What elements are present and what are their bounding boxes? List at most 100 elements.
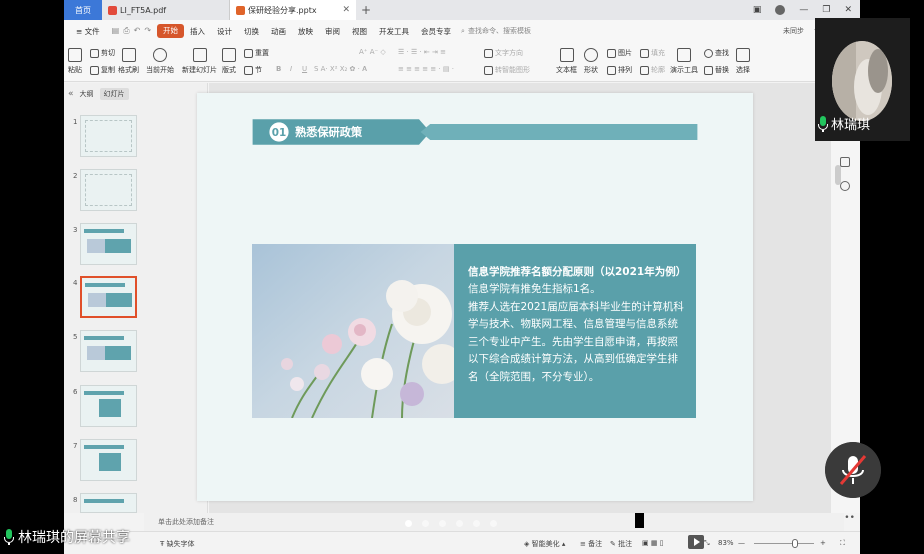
start-from-current-button[interactable]: 当前开始: [146, 48, 174, 75]
close-tab-icon[interactable]: ✕: [342, 5, 350, 15]
copy-button[interactable]: 复制: [90, 65, 115, 75]
user-avatar[interactable]: [775, 5, 786, 15]
format-painter-button[interactable]: 格式刷: [118, 48, 139, 75]
title-bar: 首页 LI_FT5A.pdf 保研经验分享.pptx ✕ + ▣ — ❐ ✕: [64, 0, 860, 20]
menu-member[interactable]: 会员专享: [415, 26, 457, 37]
minimize-icon[interactable]: —: [799, 5, 808, 15]
command-search[interactable]: ⌕ 查找命令、搜索模板: [461, 26, 531, 36]
tab-pdf-document[interactable]: LI_FT5A.pdf: [102, 0, 230, 20]
undo-icon[interactable]: ↶: [134, 26, 141, 36]
restore-icon[interactable]: ❐: [822, 5, 830, 15]
fill-icon: [640, 48, 649, 58]
slide-number: 1: [73, 118, 78, 126]
mute-microphone-button[interactable]: [825, 442, 881, 498]
page-dot[interactable]: [439, 520, 446, 527]
comments-toggle-button[interactable]: ✎ 批注: [610, 539, 632, 549]
fit-window-icon[interactable]: ⤡: [704, 539, 710, 548]
tablet-mode-icon[interactable]: ▣: [753, 5, 762, 15]
tab-outline[interactable]: 大纲: [80, 89, 94, 99]
smart-beautify-button[interactable]: ◈ 智能美化 ▴: [524, 539, 565, 549]
start-from-current-label: 当前开始: [146, 66, 174, 74]
bold-button[interactable]: B: [276, 65, 281, 73]
zoom-in-button[interactable]: +: [820, 539, 826, 547]
zoom-out-button[interactable]: —: [738, 539, 745, 547]
slide-thumbnail-2[interactable]: 2: [64, 169, 208, 217]
slide-thumbnail-7[interactable]: 7: [64, 439, 208, 487]
page-dot[interactable]: [456, 520, 463, 527]
layout-button[interactable]: 版式: [222, 48, 236, 75]
notes-icon: ≡: [580, 540, 586, 548]
menu-design[interactable]: 设计: [211, 26, 238, 37]
fill-button[interactable]: 填充: [640, 48, 665, 58]
close-window-icon[interactable]: ✕: [844, 5, 852, 15]
textbox-button[interactable]: 文本框: [556, 48, 577, 75]
picture-button[interactable]: 图片: [607, 48, 632, 58]
play-slideshow-button[interactable]: [688, 535, 704, 549]
paste-label: 粘贴: [68, 66, 82, 74]
slide-preview: [80, 493, 137, 513]
zoom-slider-thumb[interactable]: [792, 539, 798, 548]
menu-slideshow[interactable]: 放映: [292, 26, 319, 37]
shape-button[interactable]: 形状: [584, 48, 598, 75]
policy-text-box[interactable]: 信息学院推荐名额分配原则（以2021年为例） 信息学院有推免生指标1名。 推荐人…: [454, 244, 696, 418]
outline-button[interactable]: 轮廓: [640, 65, 665, 75]
find-button[interactable]: 查找: [704, 48, 729, 58]
page-dot[interactable]: [473, 520, 480, 527]
new-tab-button[interactable]: +: [356, 0, 376, 20]
slide-number: 6: [73, 388, 78, 396]
menu-view[interactable]: 视图: [346, 26, 373, 37]
slide-thumbnail-1[interactable]: 1: [64, 115, 208, 163]
paste-button[interactable]: 粘贴: [68, 48, 82, 75]
vertical-scrollbar[interactable]: [835, 165, 841, 185]
beautify-label: 智能美化: [531, 540, 560, 548]
slide-thumbnail-5[interactable]: 5: [64, 330, 208, 378]
picture-label: 图片: [618, 49, 632, 57]
missing-font-button[interactable]: Ŧ 缺失字体: [160, 539, 195, 549]
menu-review[interactable]: 审阅: [319, 26, 346, 37]
page-dot[interactable]: [422, 520, 429, 527]
menu-insert[interactable]: 插入: [184, 26, 211, 37]
screen-share-owner: 林瑞琪的屏幕共享: [18, 530, 130, 546]
slide-thumbnail-3[interactable]: 3: [64, 223, 208, 271]
menu-developer[interactable]: 开发工具: [373, 26, 415, 37]
cut-button[interactable]: 剪切: [90, 48, 115, 58]
notes-placeholder: 单击此处添加备注: [158, 518, 214, 526]
menu-animation[interactable]: 动画: [265, 26, 292, 37]
reset-button[interactable]: 重置: [244, 48, 269, 58]
page-dot-active[interactable]: [405, 520, 412, 527]
underline-button[interactable]: U: [302, 65, 307, 73]
new-slide-button[interactable]: 新建幻灯片: [182, 48, 217, 75]
redo-icon[interactable]: ↷: [144, 26, 151, 36]
text-direction-button[interactable]: 文字方向: [484, 48, 523, 58]
slide-thumbnail-4[interactable]: 4: [64, 276, 208, 324]
fit-slide-icon[interactable]: ⛶: [840, 539, 845, 548]
zoom-slider[interactable]: [754, 543, 814, 544]
flowers-photo[interactable]: [252, 244, 454, 418]
tab-pptx-document[interactable]: 保研经验分享.pptx ✕: [230, 0, 356, 20]
page-dot[interactable]: [490, 520, 497, 527]
tab-home[interactable]: 首页: [64, 0, 102, 20]
zoom-level[interactable]: 83%: [718, 539, 734, 547]
arrange-button[interactable]: 排列: [607, 65, 632, 75]
copy-slide-icon[interactable]: [840, 157, 850, 167]
tab-slides[interactable]: 幻灯片: [99, 88, 129, 100]
presentation-tools-button[interactable]: 演示工具: [670, 48, 698, 75]
collapse-pane-icon[interactable]: «: [68, 89, 74, 99]
view-mode-buttons[interactable]: ▣ ▦ ▯: [642, 539, 664, 547]
sync-status[interactable]: 未同步: [783, 26, 804, 36]
menu-start[interactable]: 开始: [157, 24, 185, 38]
mic-active-icon: [818, 115, 828, 132]
replace-button[interactable]: 替换: [704, 65, 729, 75]
italic-button[interactable]: I: [290, 65, 292, 73]
menu-file[interactable]: ≡ 文件: [70, 26, 106, 37]
save-icon[interactable]: ▤: [112, 26, 120, 36]
section-button[interactable]: 节: [244, 65, 262, 75]
print-icon[interactable]: ⎙: [123, 26, 129, 36]
slide-thumbnail-6[interactable]: 6: [64, 385, 208, 433]
command-search-placeholder: 查找命令、搜索模板: [467, 27, 531, 35]
select-button[interactable]: 选择: [736, 48, 750, 75]
menu-transition[interactable]: 切换: [238, 26, 265, 37]
notes-toggle-button[interactable]: ≡ 备注: [580, 539, 602, 549]
smartart-button[interactable]: 转智能图形: [484, 65, 530, 75]
help-icon[interactable]: [840, 181, 850, 191]
